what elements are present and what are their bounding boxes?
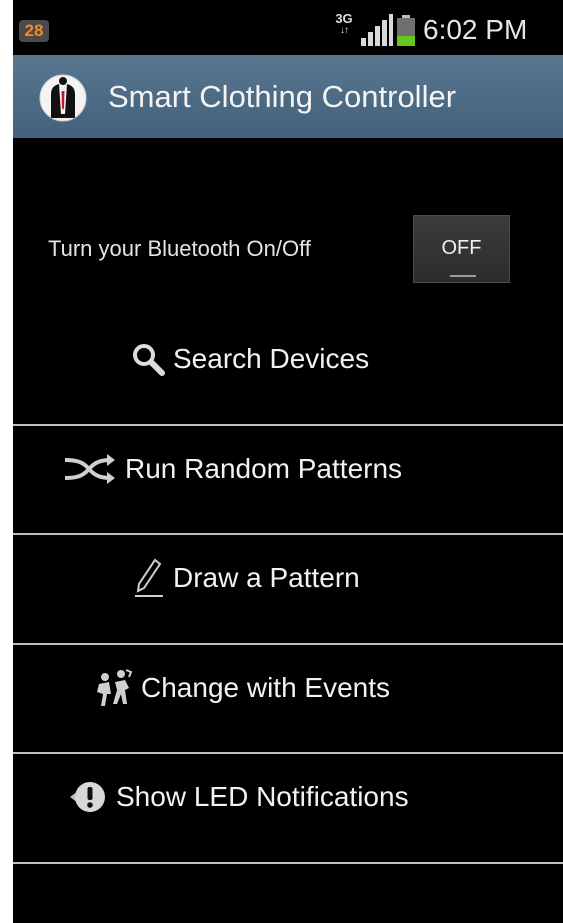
notification-badge-icon[interactable]: 28	[19, 20, 49, 42]
change-with-events-label: Change with Events	[141, 672, 391, 703]
signal-strength-icon	[361, 14, 393, 46]
run-random-patterns-label: Run Random Patterns	[125, 453, 403, 484]
tuxedo-icon[interactable]	[39, 74, 87, 122]
bluetooth-row: Turn your Bluetooth On/Off OFF	[13, 215, 563, 285]
action-bar: Smart Clothing Controller	[13, 55, 563, 138]
change-with-events-button[interactable]: Change with Events	[13, 634, 563, 742]
divider	[13, 862, 563, 864]
search-icon	[133, 344, 165, 376]
app-screen: 28 3G ↓↑ 6:02 PM Smart Clothing Controll…	[13, 0, 563, 923]
toggle-indicator	[450, 275, 476, 277]
show-led-notifications-label: Show LED Notifications	[116, 781, 409, 812]
search-devices-label: Search Devices	[173, 343, 370, 374]
bluetooth-toggle[interactable]: OFF	[413, 215, 510, 283]
draw-a-pattern-button[interactable]: Draw a Pattern	[13, 524, 563, 632]
network-type-label: 3G	[335, 11, 353, 26]
data-arrows-icon: ↓↑	[340, 25, 349, 36]
bluetooth-toggle-label: OFF	[441, 237, 482, 259]
dancing-people-icon	[97, 669, 133, 706]
run-random-patterns-button[interactable]: Run Random Patterns	[13, 415, 563, 523]
exclamation-icon	[70, 782, 105, 812]
bluetooth-label: Turn your Bluetooth On/Off	[48, 236, 311, 261]
draw-a-pattern-label: Draw a Pattern	[173, 562, 360, 593]
search-devices-button[interactable]: Search Devices	[13, 305, 563, 413]
3g-data-icon: 3G ↓↑	[333, 11, 355, 37]
pencil-icon	[135, 558, 163, 597]
shuffle-icon	[64, 454, 115, 484]
app-title: Smart Clothing Controller	[108, 79, 457, 114]
status-time: 6:02 PM	[423, 14, 528, 45]
status-bar: 28 3G ↓↑ 6:02 PM	[13, 0, 563, 55]
battery-icon	[397, 15, 415, 46]
show-led-notifications-button[interactable]: Show LED Notifications	[13, 743, 563, 851]
